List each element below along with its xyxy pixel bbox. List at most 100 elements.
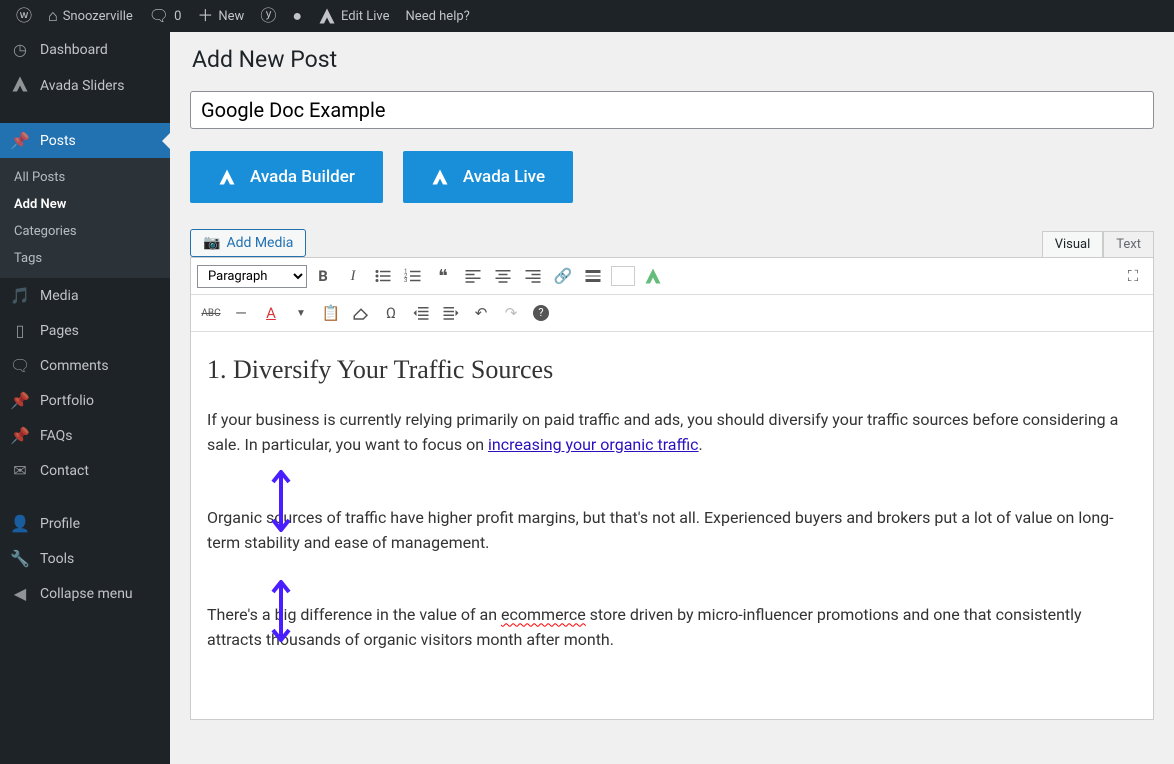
fullscreen-button[interactable]: ⛶ [1119,262,1147,290]
main-content: Add New Post Avada Builder Avada Live 📷A… [170,32,1174,764]
indent-icon [442,304,460,322]
menu-label: Posts [40,133,76,149]
annotation-arrow [271,470,291,532]
menu-label: Media [40,288,79,304]
gauge-icon: ◷ [10,40,30,59]
page-icon: ▯ [10,321,30,340]
align-center-button[interactable] [489,262,517,290]
wrench-icon: 🔧 [10,549,30,568]
avada-icon [10,75,30,97]
menu-comments[interactable]: 🗨 Comments [0,348,170,383]
menu-label: Pages [40,323,79,339]
paste-text-button[interactable]: 📋 [317,299,345,327]
undo-button[interactable]: ↶ [467,299,495,327]
avada-icon [431,168,449,186]
avada-builder-button[interactable]: Avada Builder [190,151,383,203]
horizontal-rule-button[interactable]: — [227,299,255,327]
comment-icon: 🗨 [10,356,30,375]
admin-sidebar: ◷ Dashboard Avada Sliders 📌 Posts All Post… [0,32,170,764]
avada-element-button[interactable] [639,262,667,290]
page-title: Add New Post [192,46,1154,73]
menu-label: Dashboard [40,42,108,58]
menu-portfolio[interactable]: 📌Portfolio [0,383,170,418]
italic-button[interactable]: I [339,262,367,290]
strikethrough-button[interactable]: ABC [197,299,225,327]
text-color-a-button[interactable]: A [257,299,285,327]
site-name: Snoozerville [63,9,133,24]
menu-posts[interactable]: 📌 Posts [0,123,170,158]
menu-media[interactable]: 🎵 Media [0,278,170,313]
need-help-link[interactable]: Need help? [398,0,478,32]
avada-icon [218,168,236,186]
organic-traffic-link[interactable]: increasing your organic traffic [488,435,699,454]
comments-link[interactable]: 🗨0 [141,0,190,32]
align-left-button[interactable] [459,262,487,290]
bold-button[interactable]: B [309,262,337,290]
wordpress-icon: ⓦ [16,8,32,24]
text-color-dropdown[interactable]: ▼ [287,299,315,327]
menu-pages[interactable]: ▯ Pages [0,313,170,348]
tab-visual[interactable]: Visual [1042,231,1104,257]
list-ul-icon [374,267,392,285]
submenu-all-posts[interactable]: All Posts [0,164,170,191]
edit-live-link[interactable]: Edit Live [310,0,398,32]
new-label: New [218,9,244,24]
blockquote-button[interactable]: ❝ [429,262,457,290]
submenu-tags[interactable]: Tags [0,245,170,272]
tab-text[interactable]: Text [1103,231,1154,257]
readmore-icon [584,267,602,285]
numbered-list-button[interactable]: 123 [399,262,427,290]
menu-dashboard[interactable]: ◷ Dashboard [0,32,170,67]
media-icon: 🎵 [10,286,30,305]
annotation-arrow [271,580,291,642]
button-label: Add Media [226,235,293,251]
button-label: Avada Live [463,167,545,187]
avada-icon [318,7,336,25]
align-right-icon [524,267,542,285]
menu-avada-sliders[interactable]: Avada Sliders [0,67,170,105]
outdent-button[interactable] [407,299,435,327]
read-more-button[interactable] [579,262,607,290]
text-run: There's a big difference in the value of… [207,605,501,624]
spellcheck-word: ecommerce [501,605,586,624]
editor-toolbar-row2: ABC — A ▼ 📋 Ω ↶ ↷ ? [191,295,1153,332]
indent-button[interactable] [437,299,465,327]
special-char-button[interactable]: Ω [377,299,405,327]
text-color-button[interactable] [609,262,637,290]
avada-builder-row: Avada Builder Avada Live [190,151,1154,203]
menu-contact[interactable]: ✉Contact [0,453,170,488]
menu-profile[interactable]: 👤Profile [0,506,170,541]
editor: Paragraph B I 123 ❝ 🔗 ⛶ ABC — A ▼ 📋 Ω ↶ [190,257,1154,720]
site-home-link[interactable]: ⌂Snoozerville [40,0,141,32]
need-help-label: Need help? [406,9,470,24]
link-button[interactable]: 🔗 [549,262,577,290]
yoast-link[interactable]: ⓨ [252,0,284,32]
add-media-button[interactable]: 📷Add Media [190,229,306,257]
pushpin-icon: 📌 [10,131,30,150]
content-heading: 1. Diversify Your Traffic Sources [207,350,1137,390]
color-swatch-icon [611,266,635,286]
editor-content[interactable]: 1. Diversify Your Traffic Sources If you… [191,332,1153,719]
submenu-categories[interactable]: Categories [0,218,170,245]
help-button[interactable]: ? [527,299,555,327]
status-dot[interactable]: ● [284,0,310,32]
menu-tools[interactable]: 🔧Tools [0,541,170,576]
bullet-list-button[interactable] [369,262,397,290]
menu-label: Comments [40,358,109,374]
menu-label: Profile [40,516,80,532]
submenu-add-new[interactable]: Add New [0,191,170,218]
format-select[interactable]: Paragraph [197,265,307,288]
clear-formatting-button[interactable] [347,299,375,327]
comment-icon: 🗨 [149,8,169,24]
redo-button[interactable]: ↷ [497,299,525,327]
avada-live-button[interactable]: Avada Live [403,151,573,203]
post-title-input[interactable] [190,91,1154,129]
comments-count: 0 [174,9,181,24]
menu-collapse[interactable]: ◀Collapse menu [0,576,170,611]
wp-logo[interactable]: ⓦ [8,0,40,32]
eraser-icon [352,304,370,322]
edit-live-label: Edit Live [341,9,390,24]
align-right-button[interactable] [519,262,547,290]
menu-faqs[interactable]: 📌FAQs [0,418,170,453]
new-content-link[interactable]: ＋New [189,0,252,32]
